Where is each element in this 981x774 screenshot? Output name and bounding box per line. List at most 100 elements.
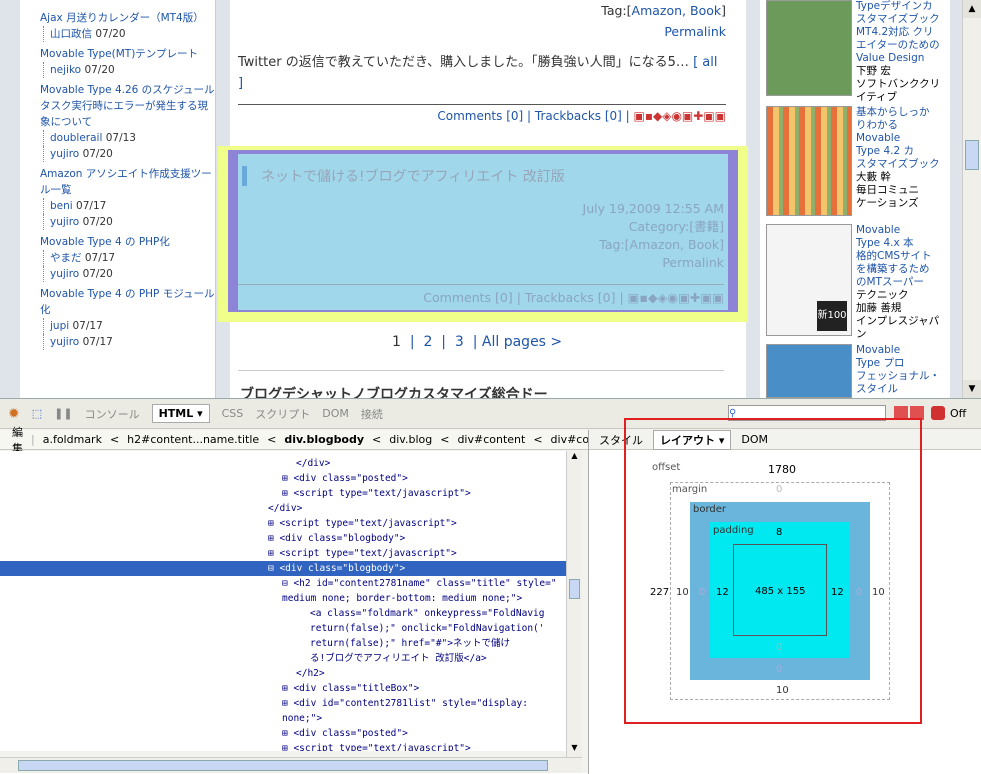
scroll-thumb[interactable] xyxy=(965,140,979,170)
html-node[interactable]: ⊟ <div class="blogbody"> xyxy=(0,561,566,576)
post1-comments-link[interactable]: Comments [0] xyxy=(437,109,523,123)
entry-link[interactable]: Movable Type 4 の PHP化 xyxy=(40,234,215,250)
crumb-div-content[interactable]: div#content xyxy=(457,433,525,446)
book-line[interactable]: Type 4.x 本 xyxy=(856,237,946,250)
book-line[interactable]: 格的CMSサイト xyxy=(856,250,946,263)
html-node[interactable]: ⊞ <div class="blogbody"> xyxy=(0,531,566,546)
tab-html[interactable]: HTML ▾ xyxy=(151,404,210,423)
page-3-link[interactable]: 3 xyxy=(455,334,464,350)
book-cover-4[interactable] xyxy=(766,344,852,398)
book-line[interactable]: スタイル xyxy=(856,383,946,396)
html-node[interactable]: ⊞ <div class="posted"> xyxy=(0,726,566,741)
html-node[interactable]: ⊞ <script type="text/javascript"> xyxy=(0,486,566,501)
book-line[interactable]: 基本からしっか xyxy=(856,106,946,119)
book-line[interactable]: Typeデザインカ xyxy=(856,0,946,13)
page-scrollbar[interactable]: ▲ ▼ xyxy=(962,0,981,398)
entry-link[interactable]: Ajax 月送りカレンダー（MT4版） xyxy=(40,10,215,26)
commenter-link[interactable]: beni xyxy=(50,200,73,212)
html-node[interactable]: る!ブログでアフィリエイト 改訂版</a> xyxy=(0,651,566,666)
book-line[interactable]: Movable xyxy=(856,132,946,145)
inspect-icon[interactable]: ⬚ xyxy=(32,407,42,420)
scroll-thumb[interactable] xyxy=(569,579,580,599)
post2-comments-link[interactable]: Comments [0] xyxy=(423,290,512,305)
html-node[interactable]: return(false);" href="#">ネットで儲け xyxy=(0,636,566,651)
book-line[interactable]: スタマイズブック xyxy=(856,158,946,171)
commenter-link[interactable]: yujiro xyxy=(50,268,79,280)
commenter-link[interactable]: jupi xyxy=(50,320,69,332)
off-label[interactable]: Off xyxy=(950,407,966,420)
book-line[interactable]: のMTスーパー xyxy=(856,276,946,289)
post1-permalink[interactable]: Permalink xyxy=(664,24,726,39)
scroll-down-icon[interactable]: ▼ xyxy=(567,743,582,757)
commenter-link[interactable]: やまだ xyxy=(50,252,82,264)
post2-title[interactable]: ネットで儲ける!ブログでアフィリエイト 改訂版 xyxy=(242,166,724,186)
social-bookmark-icons[interactable]: ▣▪◆◈◉▣✚▣▣ xyxy=(628,290,724,305)
book-line[interactable]: Value Design xyxy=(856,52,946,65)
commenter-link[interactable]: yujiro xyxy=(50,336,79,348)
html-tree[interactable]: </div> ⊞ <div class="posted"> ⊞ <script ty… xyxy=(0,451,566,751)
commenter-link[interactable]: yujiro xyxy=(50,148,79,160)
firebug-icon[interactable]: ✹ xyxy=(8,406,20,422)
post2-trackbacks-link[interactable]: Trackbacks [0] xyxy=(525,290,616,305)
html-node[interactable]: return(false);" onclick="FoldNavigation(… xyxy=(0,621,566,636)
book-cover-1[interactable] xyxy=(766,0,852,96)
entry-link[interactable]: Movable Type 4.26 のスケジュールタスク実行時にエラーが発生する… xyxy=(40,82,215,130)
book-cover-2[interactable] xyxy=(766,106,852,216)
post1-tags-link[interactable]: Amazon, Book xyxy=(632,3,722,18)
scroll-up-icon[interactable]: ▲ xyxy=(963,0,981,18)
book-line[interactable]: エイターのための xyxy=(856,39,946,52)
tab-script[interactable]: スクリプト xyxy=(255,406,310,422)
commenter-link[interactable]: nejiko xyxy=(50,64,81,76)
html-node[interactable]: </div> xyxy=(0,501,566,516)
pause-icon[interactable]: ❚❚ xyxy=(54,407,72,420)
html-node[interactable]: ⊞ <div id="content2781list" style="displ… xyxy=(0,696,566,711)
post2-permalink[interactable]: Permalink xyxy=(238,254,724,272)
entry-link[interactable]: Amazon アソシエイト作成支援ツール一覧 xyxy=(40,166,215,198)
book-line[interactable]: フェッショナル・ xyxy=(856,370,946,383)
tab-dom[interactable]: DOM xyxy=(322,407,349,420)
crumb-div-blog[interactable]: div.blog xyxy=(389,433,432,446)
hscroll-thumb[interactable] xyxy=(18,760,548,771)
book-line[interactable]: Movable xyxy=(856,344,946,357)
html-node[interactable]: ⊞ <div class="posted"> xyxy=(0,471,566,486)
html-node[interactable]: ⊞ <script type="text/javascript"> xyxy=(0,516,566,531)
next-post-title[interactable]: ブログデシャットノブログカスタマイズ総合ドー xyxy=(240,384,548,398)
html-node[interactable]: </div> xyxy=(0,456,566,471)
tab-console[interactable]: コンソール xyxy=(85,406,140,422)
crumb-h2[interactable]: h2#content...name.title xyxy=(127,433,259,446)
commenter-link[interactable]: doublerail xyxy=(50,132,102,144)
book-line[interactable]: MT4.2対応 クリ xyxy=(856,26,946,39)
crumb-div-blogbody[interactable]: div.blogbody xyxy=(284,433,364,446)
html-node[interactable]: none;"> xyxy=(0,711,566,726)
html-node[interactable]: ⊞ <div class="titleBox"> xyxy=(0,681,566,696)
social-bookmark-icons[interactable]: ▣▪◆◈◉▣✚▣▣ xyxy=(634,109,726,123)
commenter-link[interactable]: 山口政信 xyxy=(50,28,92,40)
html-node[interactable]: ⊟ <h2 id="content2781name" class="title"… xyxy=(0,576,566,591)
scroll-down-icon[interactable]: ▼ xyxy=(963,380,981,398)
entry-link[interactable]: Movable Type(MT)テンプレート xyxy=(40,46,215,62)
tab-net[interactable]: 接続 xyxy=(361,406,383,422)
book-line[interactable]: を構築するため xyxy=(856,263,946,276)
html-node[interactable]: </h2> xyxy=(0,666,566,681)
book-cover-3[interactable]: 新100 xyxy=(766,224,852,336)
highlighted-blogbody[interactable]: ネットで儲ける!ブログでアフィリエイト 改訂版 July 19,2009 12:… xyxy=(238,154,728,310)
post1-trackbacks-link[interactable]: Trackbacks [0] xyxy=(535,109,622,123)
scroll-up-icon[interactable]: ▲ xyxy=(567,451,582,465)
book-line[interactable]: Type 4.2 カ xyxy=(856,145,946,158)
html-node[interactable]: medium none; border-bottom: medium none;… xyxy=(0,591,566,606)
html-node[interactable]: <a class="foldmark" onkeypress="FoldNavi… xyxy=(0,606,566,621)
book-line[interactable]: スタマイズブック xyxy=(856,13,946,26)
book-line[interactable]: Movable xyxy=(856,224,946,237)
html-tree-hscrollbar[interactable] xyxy=(0,757,582,773)
commenter-link[interactable]: yujiro xyxy=(50,216,79,228)
book-line[interactable]: Type プロ xyxy=(856,357,946,370)
tab-css[interactable]: CSS xyxy=(222,407,244,420)
all-pages-link[interactable]: All pages > xyxy=(482,334,562,350)
power-icon[interactable] xyxy=(931,406,945,420)
html-node[interactable]: ⊞ <script type="text/javascript"> xyxy=(0,546,566,561)
post2-tags-link[interactable]: Amazon, Book xyxy=(630,237,720,252)
book-line[interactable]: りわかる xyxy=(856,119,946,132)
page-2-link[interactable]: 2 xyxy=(423,334,432,350)
crumb-a-foldmark[interactable]: a.foldmark xyxy=(43,433,102,446)
html-tree-scrollbar[interactable]: ▲ ▼ xyxy=(566,451,582,757)
